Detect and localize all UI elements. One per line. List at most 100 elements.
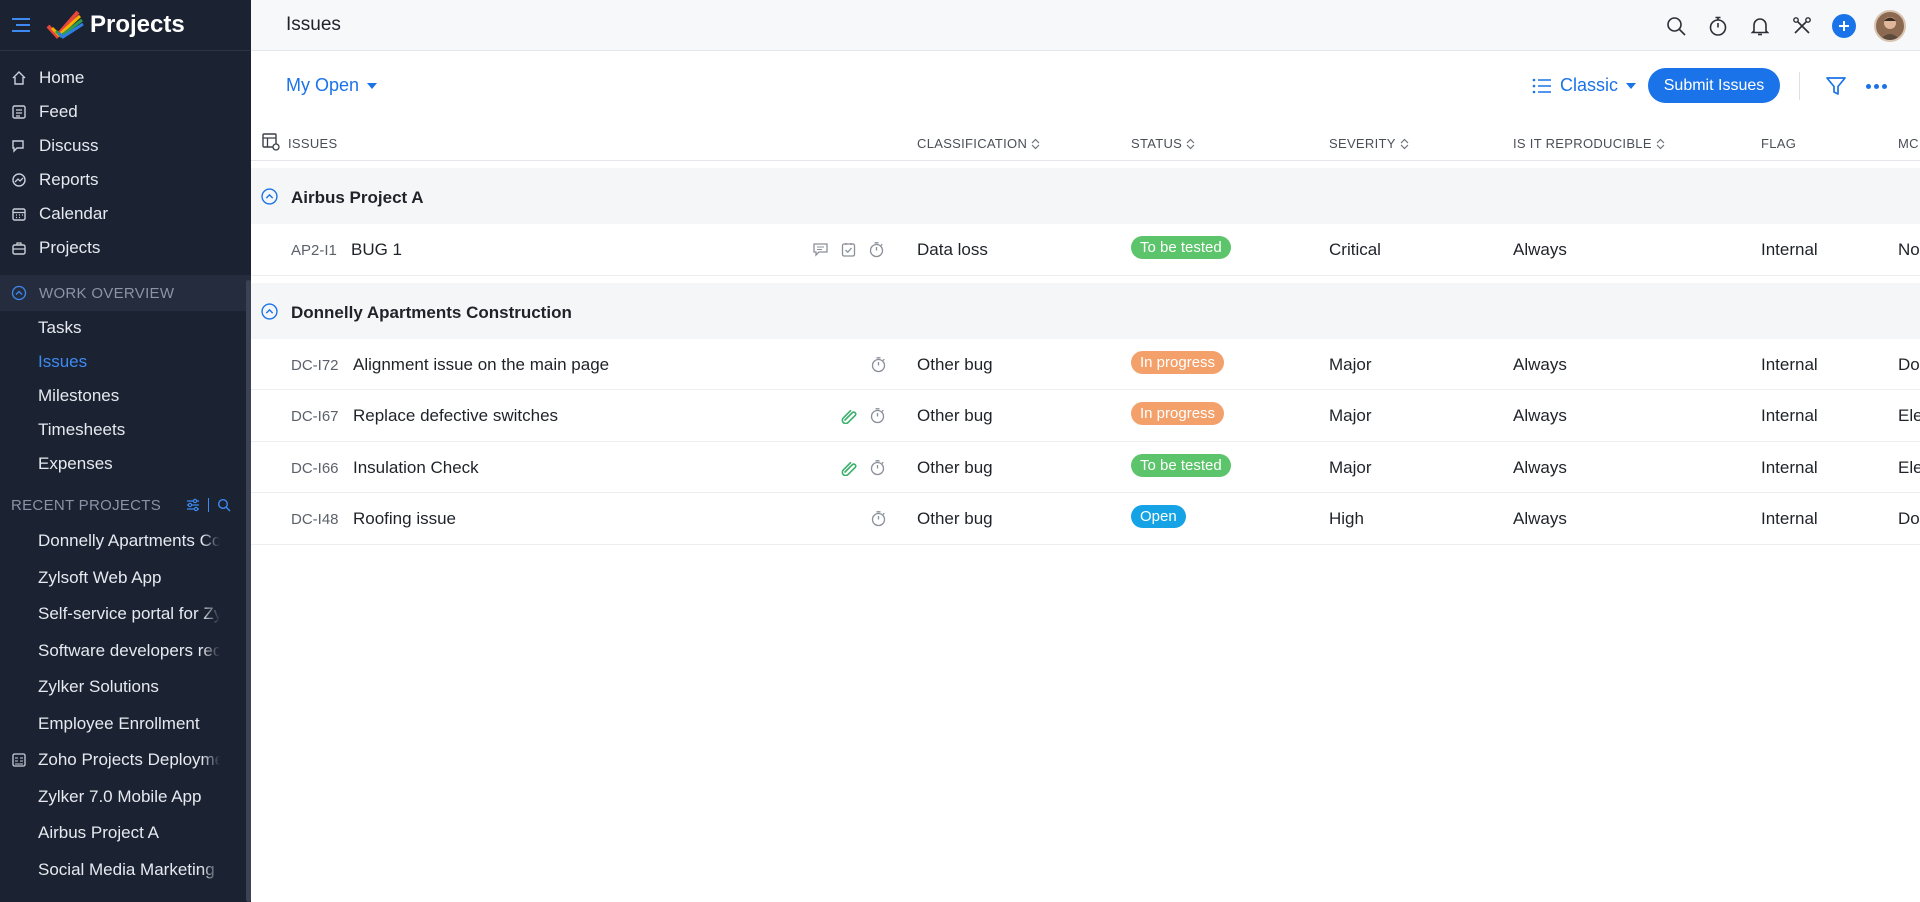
column-header-flag: FLAG: [1761, 136, 1796, 151]
reproducible-cell: Always: [1513, 457, 1567, 477]
issue-title[interactable]: Roofing issue: [353, 509, 456, 529]
stopwatch-icon[interactable]: [870, 510, 887, 527]
recent-project-label: Employee Enrollment: [38, 713, 200, 733]
severity-cell: Critical: [1329, 240, 1381, 259]
table-row[interactable]: DC-I66 Insulation Check Other bug To be …: [251, 442, 1920, 493]
sidebar-item-calendar[interactable]: Calendar: [0, 197, 251, 231]
tools-divider: [208, 498, 209, 512]
table-row[interactable]: DC-I48 Roofing issue Other bug Open High…: [251, 493, 1920, 545]
sidebar-item-discuss[interactable]: Discuss: [0, 129, 251, 163]
tools-icon: [1793, 16, 1811, 34]
column-header-label: STATUS: [1131, 136, 1183, 151]
status-cell[interactable]: Open: [1131, 505, 1186, 528]
status-cell[interactable]: In progress: [1131, 350, 1225, 374]
sidebar-item-expenses[interactable]: Expenses: [0, 447, 251, 481]
sidebar-item-timesheets[interactable]: Timesheets: [0, 413, 251, 447]
recent-project-item[interactable]: Zylker Solutions: [0, 669, 220, 706]
sidebar-item-projects[interactable]: Projects: [0, 231, 251, 265]
status-cell[interactable]: To be tested: [1131, 453, 1231, 477]
recent-project-item[interactable]: Zylsoft Web App: [0, 559, 220, 596]
module-cell: No: [1898, 240, 1920, 259]
module-cell: Ele: [1898, 457, 1920, 477]
task-check-icon[interactable]: [840, 241, 857, 258]
column-header-classification[interactable]: CLASSIFICATION: [917, 136, 1040, 151]
portal-icon: [12, 753, 26, 767]
view-filter-label: My Open: [286, 75, 360, 95]
recent-project-item[interactable]: Zoho Projects Deployment: [0, 742, 220, 779]
work-overview-header[interactable]: WORK OVERVIEW: [0, 275, 251, 311]
stopwatch-icon[interactable]: [869, 459, 886, 476]
recent-project-item[interactable]: Zylker 7.0 Mobile App: [0, 778, 220, 815]
sidebar-item-feed[interactable]: Feed: [0, 95, 251, 129]
issue-title[interactable]: BUG 1: [351, 240, 402, 260]
sort-icon: [1186, 138, 1195, 149]
sidebar-item-issues[interactable]: Issues: [0, 345, 251, 379]
sidebar-item-label: Calendar: [39, 204, 108, 223]
table-row[interactable]: DC-I67 Replace defective switches Other …: [251, 390, 1920, 442]
comment-icon[interactable]: [812, 241, 829, 258]
flag-cell: Internal: [1761, 354, 1818, 374]
recent-project-item[interactable]: Employee Enrollment: [0, 705, 220, 742]
column-header-label: IS IT REPRODUCIBLE: [1513, 136, 1652, 151]
issue-title[interactable]: Alignment issue on the main page: [353, 355, 609, 375]
sort-icon: [1656, 138, 1665, 149]
recent-project-item[interactable]: Donnelly Apartments Construction: [0, 523, 220, 560]
column-header-severity[interactable]: SEVERITY: [1329, 136, 1409, 151]
top-bar-actions: [1664, 0, 1906, 51]
bell-icon: [1750, 17, 1770, 35]
user-avatar[interactable]: [1874, 9, 1906, 42]
attachment-icon[interactable]: [841, 407, 858, 424]
collapse-circle-icon[interactable]: [261, 188, 278, 205]
notifications-button[interactable]: [1748, 14, 1772, 38]
module-cell: Do: [1898, 354, 1920, 374]
severity-cell: Major: [1329, 457, 1372, 477]
filter-icon[interactable]: [1824, 74, 1848, 98]
issue-title[interactable]: Insulation Check: [353, 458, 479, 478]
collapse-circle-icon: [11, 285, 27, 301]
timer-button[interactable]: [1706, 14, 1730, 38]
issue-title[interactable]: Replace defective switches: [353, 406, 558, 426]
tools-button[interactable]: [1790, 14, 1814, 38]
search-icon[interactable]: [217, 498, 231, 512]
more-options-button[interactable]: [1864, 74, 1888, 98]
top-bar: Issues: [251, 0, 1920, 51]
table-row[interactable]: DC-I72 Alignment issue on the main page …: [251, 339, 1920, 390]
recent-project-item[interactable]: Software developers recruitment: [0, 632, 220, 669]
recent-project-item[interactable]: Airbus Project A: [0, 815, 220, 852]
sidebar-item-tasks[interactable]: Tasks: [0, 311, 251, 345]
collapse-circle-icon[interactable]: [261, 302, 278, 320]
sidebar-item-milestones[interactable]: Milestones: [0, 379, 251, 413]
status-cell[interactable]: To be tested: [1131, 236, 1231, 259]
global-search-button[interactable]: [1664, 14, 1688, 38]
quick-add-button[interactable]: [1832, 13, 1856, 38]
row-icons: [841, 459, 886, 476]
chevron-down-icon: [1626, 82, 1637, 89]
status-cell[interactable]: In progress: [1131, 402, 1225, 425]
stopwatch-icon[interactable]: [870, 356, 887, 373]
severity-cell: High: [1329, 509, 1364, 528]
recent-project-label: Software developers recruitment: [38, 640, 220, 660]
issues-toolbar: My Open Classic Submit Issues: [251, 51, 1920, 123]
column-header-reproducible[interactable]: IS IT REPRODUCIBLE: [1513, 136, 1665, 151]
projects-logo-icon: [46, 10, 84, 40]
submit-issues-button[interactable]: Submit Issues: [1648, 68, 1780, 103]
table-row[interactable]: AP2-I1 BUG 1 Data loss To be tested Crit…: [251, 224, 1920, 276]
column-header-label: FLAG: [1761, 136, 1797, 151]
column-header-status[interactable]: STATUS: [1131, 136, 1195, 151]
recent-project-item[interactable]: Self-service portal for Zylker: [0, 596, 220, 633]
sidebar-item-reports[interactable]: Reports: [0, 163, 251, 197]
layout-dropdown[interactable]: Classic: [1532, 75, 1637, 96]
view-filter-dropdown[interactable]: My Open: [286, 75, 378, 96]
reports-icon: [12, 173, 26, 187]
stopwatch-icon[interactable]: [869, 407, 886, 424]
settings-sliders-icon[interactable]: [186, 498, 200, 512]
chevron-down-icon: [367, 82, 378, 89]
hamburger-menu-icon[interactable]: [12, 18, 30, 32]
stopwatch-icon[interactable]: [868, 241, 885, 258]
page-title: Issues: [286, 14, 341, 35]
sidebar-item-home[interactable]: Home: [0, 61, 251, 95]
attachment-icon[interactable]: [841, 459, 858, 476]
column-settings-icon[interactable]: [261, 132, 281, 152]
classification-cell: Data loss: [917, 240, 988, 259]
recent-project-item[interactable]: Social Media Marketing: [0, 851, 220, 888]
